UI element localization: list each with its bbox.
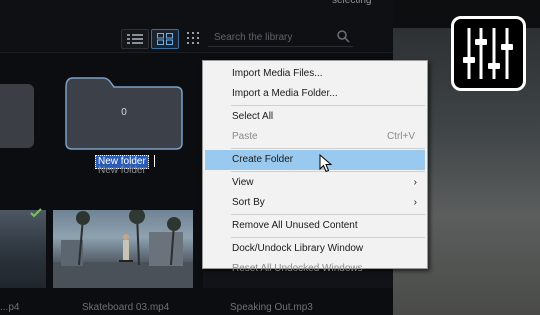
thumb-caption: Speaking Out.mp3 bbox=[230, 302, 313, 313]
context-menu: Import Media Files... Import a Media Fol… bbox=[202, 60, 428, 274]
checkmark-icon bbox=[30, 208, 42, 218]
menu-item-import-media-folder[interactable]: Import a Media Folder... bbox=[205, 84, 425, 104]
menu-item-select-all[interactable]: Select All bbox=[205, 107, 425, 127]
menu-item-label: Select All bbox=[232, 111, 274, 122]
folder-item-partial[interactable] bbox=[0, 84, 34, 148]
menu-separator bbox=[231, 148, 425, 149]
mixer-sliders-icon bbox=[463, 28, 513, 79]
media-thumbnail-skateboard[interactable] bbox=[53, 210, 193, 288]
grid-view-icon bbox=[157, 33, 173, 45]
menu-item-reset-undocked[interactable]: Reset All Undocked Windows bbox=[205, 259, 425, 279]
search-input[interactable]: Search the library bbox=[208, 29, 353, 47]
menu-item-dock-undock[interactable]: Dock/Undock Library Window bbox=[205, 239, 425, 259]
menu-separator bbox=[231, 214, 425, 215]
menu-item-paste[interactable]: Paste Ctrl+V bbox=[205, 127, 425, 147]
library-toolbar: selecting Search the library bbox=[0, 0, 393, 53]
grid-view-button[interactable] bbox=[151, 29, 179, 49]
menu-separator bbox=[231, 105, 425, 106]
menu-item-view[interactable]: View › bbox=[205, 173, 425, 193]
folder-name-label: New folder bbox=[98, 165, 146, 176]
menu-item-label: Import a Media Folder... bbox=[232, 88, 338, 99]
thumb-caption: Skateboard 03.mp4 bbox=[82, 302, 170, 313]
list-view-button[interactable] bbox=[121, 29, 149, 49]
mouse-cursor-icon bbox=[319, 154, 333, 173]
menu-item-label: Remove All Unused Content bbox=[232, 220, 358, 231]
menu-item-label: Sort By bbox=[232, 197, 265, 208]
text-caret bbox=[154, 155, 155, 167]
menu-item-remove-unused[interactable]: Remove All Unused Content bbox=[205, 216, 425, 236]
folder-item-count: 0 bbox=[121, 107, 127, 118]
dots-grid-icon[interactable] bbox=[187, 32, 199, 44]
menu-item-create-folder[interactable]: Create Folder bbox=[205, 150, 425, 170]
menu-item-shortcut: Ctrl+V bbox=[386, 131, 415, 142]
thumb-caption: ...p4 bbox=[0, 302, 20, 313]
menu-item-label: Reset All Undocked Windows bbox=[232, 263, 363, 274]
search-icon[interactable] bbox=[337, 30, 350, 43]
menu-item-label: Paste bbox=[232, 131, 258, 142]
menu-separator bbox=[231, 237, 425, 238]
menu-item-label: Create Folder bbox=[232, 154, 294, 165]
menu-item-label: Import Media Files... bbox=[232, 68, 323, 79]
submenu-arrow-icon: › bbox=[413, 197, 417, 208]
menu-item-import-media-files[interactable]: Import Media Files... bbox=[205, 64, 425, 84]
submenu-arrow-icon: › bbox=[413, 177, 417, 188]
folder-item-new[interactable]: 0 bbox=[63, 75, 185, 151]
media-thumbnail[interactable] bbox=[0, 210, 46, 288]
menu-item-label: Dock/Undock Library Window bbox=[232, 243, 364, 254]
menu-item-sort-by[interactable]: Sort By › bbox=[205, 193, 425, 213]
menu-item-label: View bbox=[232, 177, 254, 188]
palm-trees-image bbox=[53, 210, 193, 288]
list-view-icon bbox=[127, 34, 143, 44]
window-title-fragment: selecting bbox=[332, 0, 372, 6]
mixer-settings-button[interactable] bbox=[451, 16, 526, 91]
